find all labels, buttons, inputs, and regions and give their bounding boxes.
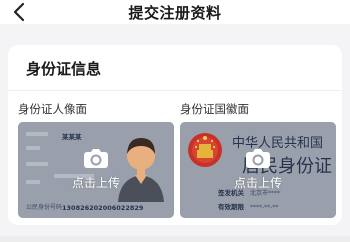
- upload-overlay-back: 点击上传: [180, 149, 336, 191]
- id-back-label: 身份证国徽面: [180, 102, 249, 116]
- page-title: 提交注册资料: [128, 4, 222, 22]
- validity-label: 有效期限: [218, 202, 245, 211]
- id-front-upload[interactable]: 某某某 公民身份号码 130826202006022829 点击上传: [18, 122, 174, 218]
- upload-text-front: 点击上传: [71, 176, 120, 190]
- camera-icon: [84, 149, 108, 168]
- id-back-upload[interactable]: 中华人民共和国 居民身份证 签发机关 北京市**** 有效期限 ****-**-…: [180, 122, 336, 218]
- divider: [8, 90, 342, 91]
- id-front-label: 身份证人像面: [18, 102, 87, 116]
- section-title: 身份证信息: [26, 60, 102, 78]
- upload-overlay-front: 点击上传: [18, 149, 174, 191]
- camera-icon: [246, 149, 270, 168]
- validity-value: ****-**-**: [250, 204, 278, 211]
- id-sample-number-label: 公民身份号码: [26, 203, 62, 211]
- id-sample-number: 130826202006022829: [62, 204, 144, 212]
- id-sample-name: 某某某: [62, 132, 82, 141]
- top-bar: 提交注册资料: [0, 0, 350, 24]
- upload-text-back: 点击上传: [233, 176, 282, 190]
- bottom-strip: [0, 236, 350, 242]
